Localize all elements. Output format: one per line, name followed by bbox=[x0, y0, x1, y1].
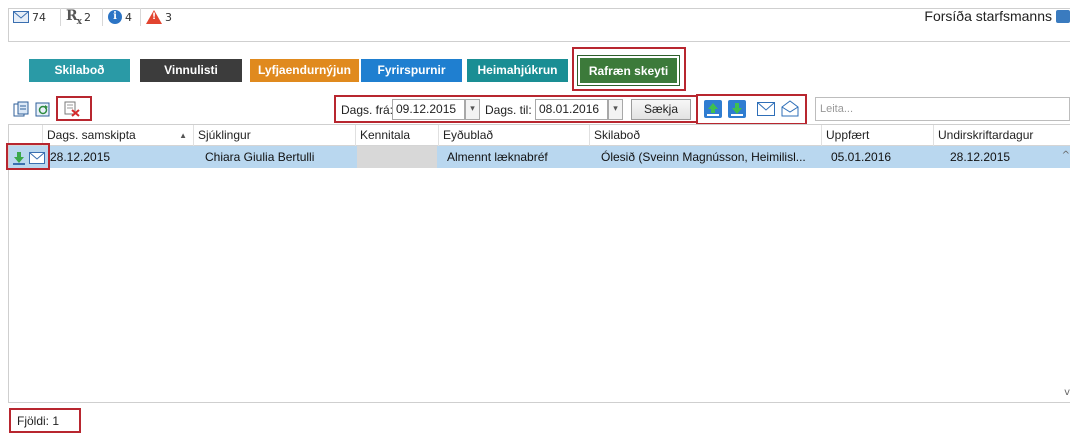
messages-table: Dags. samskipta ▲ Sjúklingur Kennitala E… bbox=[6, 124, 1070, 402]
date-to-label: Dags. til: bbox=[485, 103, 532, 117]
table-header: Dags. samskipta ▲ Sjúklingur Kennitala E… bbox=[9, 125, 1070, 146]
page-title[interactable]: Forsíða starfsmanns bbox=[924, 8, 1052, 24]
cell-signed: 28.12.2015 bbox=[950, 150, 1011, 164]
info-count: 4 bbox=[125, 10, 132, 24]
info-icon: i bbox=[108, 10, 122, 24]
header-skilabod[interactable]: Skilaboð bbox=[589, 125, 821, 146]
screen-icon[interactable] bbox=[1056, 10, 1070, 23]
record-count: Fjöldi: 1 bbox=[17, 414, 60, 428]
cell-date: 28.12.2015 bbox=[50, 150, 111, 164]
nav-vinnulisti-button[interactable]: Vinnulisti bbox=[140, 59, 242, 82]
scroll-down-icon[interactable]: v bbox=[1064, 387, 1070, 398]
prescriptions-notification[interactable]: Rx 2 bbox=[66, 7, 92, 27]
sort-asc-icon: ▲ bbox=[179, 131, 187, 140]
refresh-table-icon[interactable] bbox=[35, 101, 51, 117]
date-to-dropdown[interactable]: ▾ bbox=[608, 99, 623, 120]
cell-updated: 05.01.2016 bbox=[831, 150, 892, 164]
scroll-up-icon[interactable]: ^ bbox=[1062, 150, 1070, 161]
nav-fyrirspurnir-button[interactable]: Fyrirspurnir bbox=[361, 59, 462, 82]
messages-notification[interactable]: 74 bbox=[13, 9, 46, 25]
mail-icon bbox=[13, 11, 29, 23]
header-uppfaert[interactable]: Uppfært bbox=[821, 125, 933, 146]
export-table-icon[interactable] bbox=[13, 101, 29, 117]
search-input[interactable]: Leita... bbox=[815, 97, 1070, 121]
divider bbox=[140, 8, 141, 26]
date-from-label: Dags. frá: bbox=[341, 103, 394, 117]
nav-heimahjukrun-button[interactable]: Heimahjúkrun bbox=[467, 59, 568, 82]
header-sjuklingur[interactable]: Sjúklingur bbox=[193, 125, 355, 146]
header-kennitala[interactable]: Kennitala bbox=[355, 125, 438, 146]
nav-lyfjaendurnyjun-button[interactable]: Lyfjaendurnýjun bbox=[250, 59, 359, 82]
header-eydublad[interactable]: Eyðublað bbox=[438, 125, 589, 146]
nav-rafraen-skeyti-button[interactable]: Rafræn skeyti bbox=[577, 55, 680, 86]
status-bar bbox=[8, 402, 1070, 436]
chevron-down-icon: ▾ bbox=[613, 104, 618, 114]
warning-icon bbox=[146, 10, 162, 24]
header-dags-samskipta[interactable]: Dags. samskipta ▲ bbox=[42, 125, 193, 146]
rx-icon: Rx bbox=[66, 7, 82, 27]
mail-read-icon[interactable] bbox=[781, 99, 799, 117]
table-row[interactable]: 28.12.2015 Chiara Giulia Bertulli Almenn… bbox=[9, 146, 1070, 168]
fetch-button[interactable]: Sækja bbox=[631, 99, 691, 120]
nav-skilabod-button[interactable]: Skilaboð bbox=[29, 59, 130, 82]
date-to-input[interactable]: 08.01.2016 bbox=[535, 99, 608, 120]
header-undirskriftardagur[interactable]: Undirskriftardagur bbox=[933, 125, 1059, 146]
cell-kennitala bbox=[357, 146, 437, 168]
prescriptions-count: 2 bbox=[84, 10, 92, 24]
download-icon[interactable] bbox=[728, 100, 746, 118]
messages-count: 74 bbox=[32, 10, 46, 24]
cell-message: Ólesið (Sveinn Magnússon, Heimilisl... bbox=[601, 150, 806, 164]
warning-count: 3 bbox=[165, 10, 172, 24]
date-from-input[interactable]: 09.12.2015 bbox=[392, 99, 465, 120]
clear-filter-icon[interactable] bbox=[64, 101, 80, 117]
divider bbox=[60, 8, 61, 26]
divider bbox=[102, 8, 103, 26]
cell-patient: Chiara Giulia Bertulli bbox=[205, 150, 315, 164]
chevron-down-icon: ▾ bbox=[470, 104, 475, 114]
date-from-dropdown[interactable]: ▾ bbox=[465, 99, 480, 120]
warning-notification[interactable]: 3 bbox=[146, 9, 172, 25]
info-notification[interactable]: i 4 bbox=[108, 9, 132, 25]
header-label: Dags. samskipta bbox=[47, 128, 136, 142]
upload-icon[interactable] bbox=[704, 100, 722, 118]
mail-unread-icon[interactable] bbox=[757, 101, 775, 117]
highlight-row-icons bbox=[6, 143, 50, 170]
cell-form: Almennt læknabréf bbox=[447, 150, 548, 164]
